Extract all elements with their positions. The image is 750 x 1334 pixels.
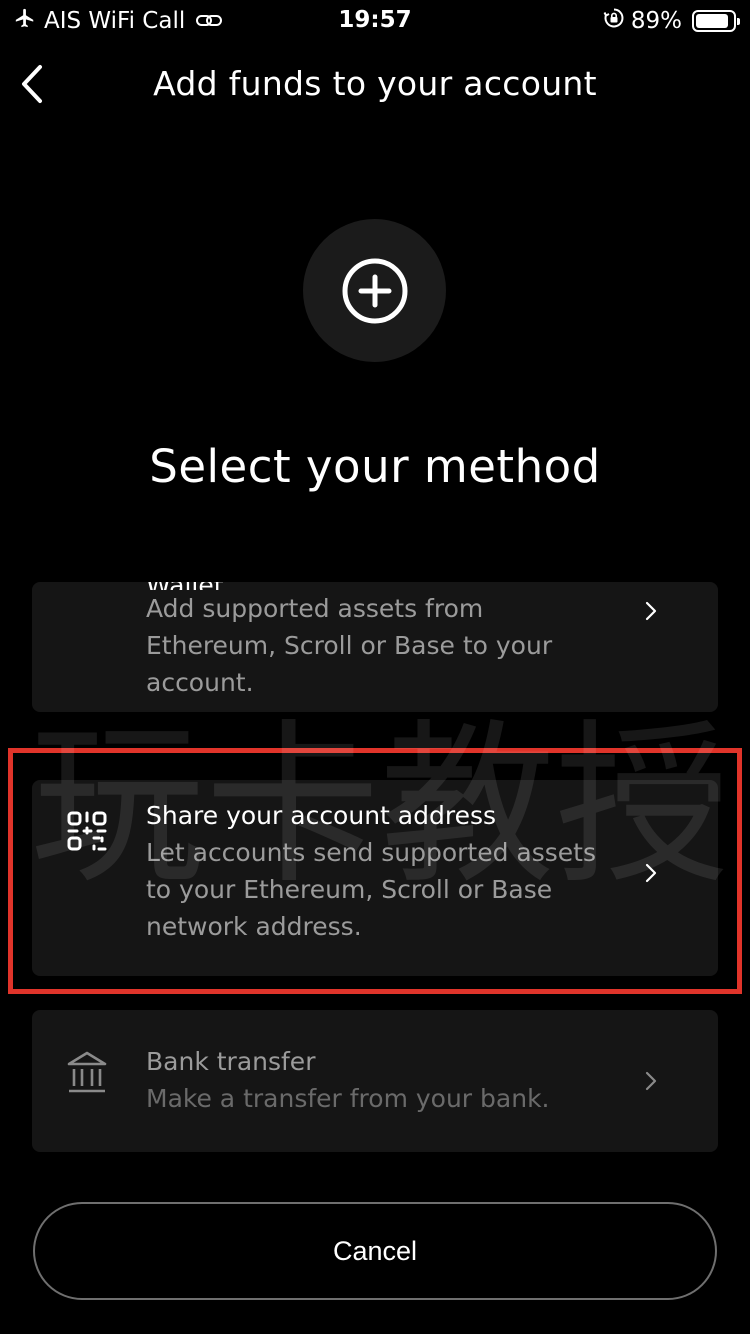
plus-circle-icon [342, 258, 407, 323]
chevron-left-icon [22, 65, 42, 103]
method-card-wallet[interactable]: Wallet Add supported assets from Ethereu… [32, 582, 718, 712]
hero-icon-circle [303, 219, 446, 362]
carrier-label: AIS WiFi Call [44, 8, 186, 34]
battery-percent: 89% [630, 8, 682, 34]
airplane-icon [14, 7, 36, 35]
card-text: Bank transfer Make a transfer from your … [146, 1044, 596, 1117]
nav-bar: Add funds to your account [0, 52, 750, 118]
orientation-lock-icon [603, 7, 625, 35]
method-card-bank-transfer[interactable]: Bank transfer Make a transfer from your … [32, 1010, 718, 1152]
status-left: AIS WiFi Call [14, 7, 223, 35]
qr-code-icon [66, 810, 108, 852]
card-description: Add supported assets from Ethereum, Scro… [146, 594, 553, 697]
card-title: Share your account address [146, 801, 497, 830]
card-description: Let accounts send supported assets to yo… [146, 838, 597, 941]
cancel-button[interactable]: Cancel [33, 1202, 717, 1300]
chevron-right-icon [644, 862, 658, 884]
card-title: Bank transfer [146, 1047, 316, 1076]
battery-icon [692, 10, 740, 32]
chevron-right-icon [644, 600, 658, 622]
bank-icon [66, 1050, 108, 1096]
card-title: Wallet [146, 582, 596, 590]
card-text: Share your account address Let accounts … [146, 798, 596, 945]
status-bar: AIS WiFi Call 19:57 89% [0, 0, 750, 42]
page-title: Add funds to your account [153, 64, 597, 103]
back-button[interactable] [12, 62, 52, 106]
battery-level [696, 14, 729, 28]
section-heading: Select your method [149, 440, 601, 493]
chevron-right-icon [644, 1070, 658, 1092]
card-text: Wallet Add supported assets from Ethereu… [146, 582, 596, 701]
link-icon [195, 12, 223, 30]
method-card-share-address[interactable]: Share your account address Let accounts … [32, 780, 718, 976]
status-right: 89% [603, 7, 740, 35]
card-description: Make a transfer from your bank. [146, 1084, 550, 1113]
